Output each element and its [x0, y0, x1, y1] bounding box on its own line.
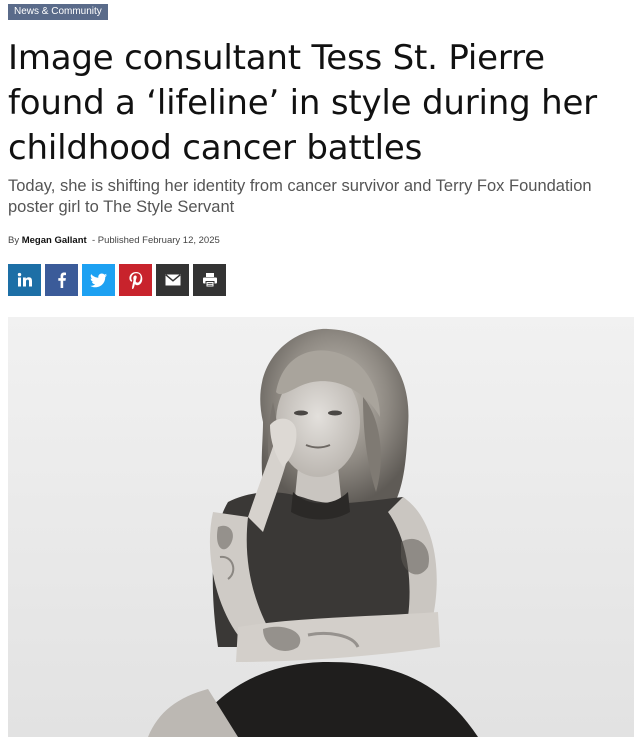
category-badge[interactable]: News & Community — [8, 4, 108, 20]
share-linkedin-button[interactable] — [8, 264, 41, 296]
author-link[interactable]: Megan Gallant — [22, 235, 87, 246]
published-date: February 12, 2025 — [142, 235, 220, 246]
published-label: Published — [97, 235, 140, 246]
linkedin-icon — [17, 272, 33, 288]
hero-image — [8, 317, 634, 737]
byline-separator: - — [91, 235, 96, 246]
facebook-icon — [54, 272, 70, 288]
share-pinterest-button[interactable] — [119, 264, 152, 296]
share-bar — [8, 264, 226, 296]
email-icon — [164, 274, 181, 286]
share-facebook-button[interactable] — [45, 264, 78, 296]
share-twitter-button[interactable] — [82, 264, 115, 296]
article-subheadline: Today, she is shifting her identity from… — [8, 177, 592, 216]
pinterest-icon — [128, 271, 143, 289]
print-button[interactable] — [193, 264, 226, 296]
print-icon — [202, 272, 218, 288]
portrait-photo — [8, 317, 634, 737]
byline-by-label: By — [8, 235, 20, 246]
article-headline: Image consultant Tess St. Pierre found a… — [8, 38, 597, 168]
byline: By Megan Gallant - Published February 12… — [8, 235, 220, 246]
share-email-button[interactable] — [156, 264, 189, 296]
twitter-icon — [90, 272, 107, 288]
